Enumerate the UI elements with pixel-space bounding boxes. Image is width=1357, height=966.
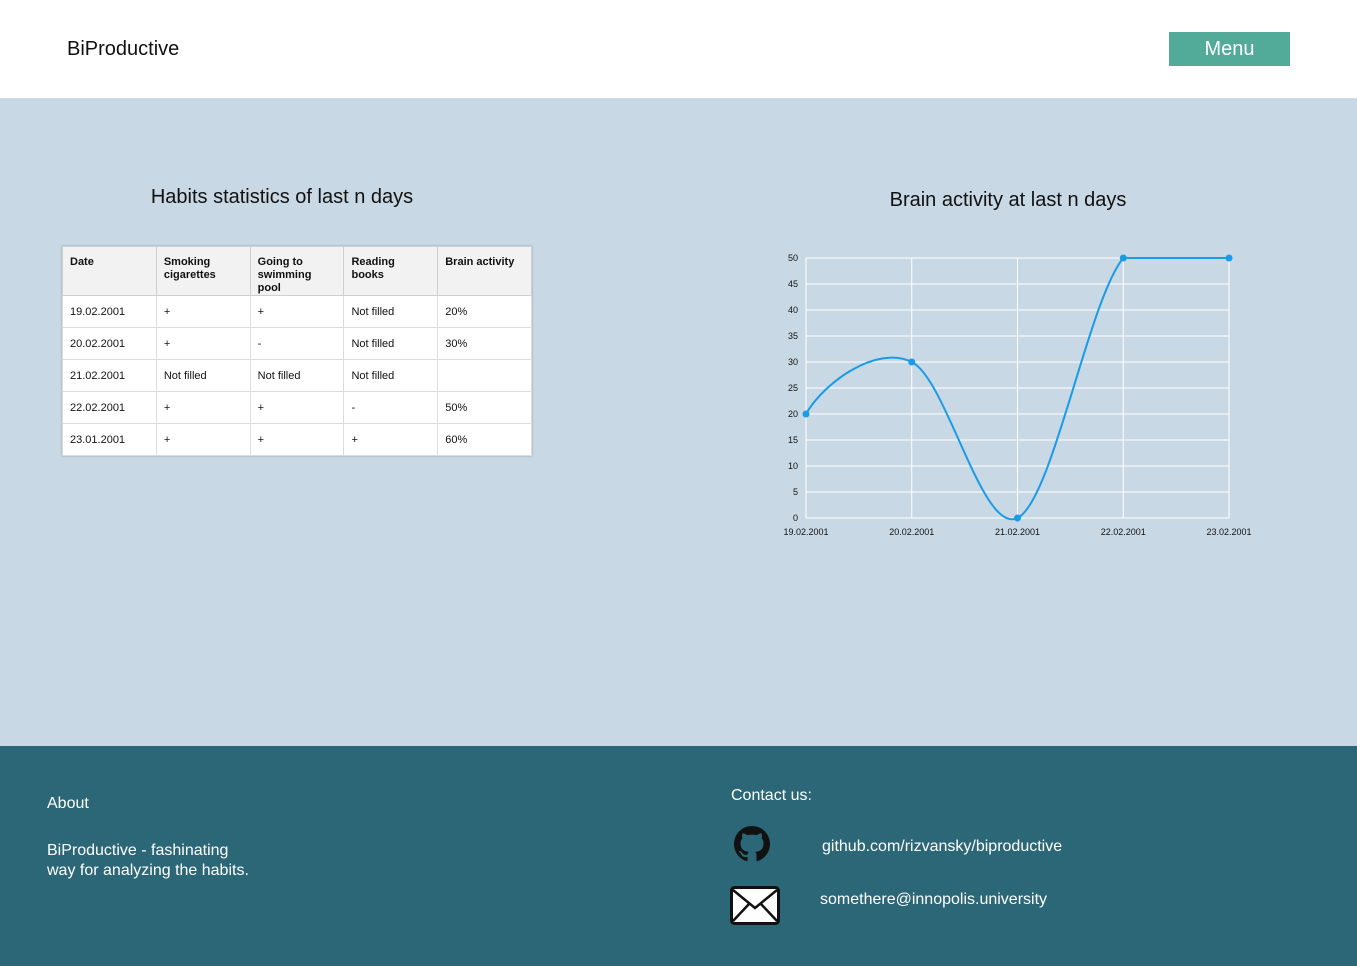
y-tick-label: 25 — [788, 383, 798, 393]
habits-table: Date Smoking cigarettes Going to swimmin… — [62, 246, 532, 456]
table-cell: Not filled — [343, 295, 439, 328]
github-link[interactable]: github.com/rizvansky/biproductive — [822, 838, 1062, 856]
about-text: BiProductive - fashinating way for analy… — [47, 842, 249, 879]
mail-icon[interactable] — [730, 886, 780, 925]
y-tick-label: 0 — [793, 513, 798, 523]
table-cell: 50% — [437, 391, 532, 424]
y-tick-label: 15 — [788, 435, 798, 445]
email-link[interactable]: somethere@innopolis.university — [820, 891, 1047, 909]
table-cell: + — [155, 423, 251, 456]
table-cell: - — [343, 391, 439, 424]
x-tick-label: 21.02.2001 — [995, 527, 1040, 537]
table-cell: Not filled — [343, 327, 439, 360]
header-brain: Brain activity — [437, 246, 532, 296]
y-tick-label: 10 — [788, 461, 798, 471]
y-tick-label: 50 — [788, 253, 798, 263]
table-cell: 60% — [437, 423, 532, 456]
data-point — [802, 410, 810, 418]
y-tick-label: 40 — [788, 305, 798, 315]
about-title: About — [47, 795, 89, 812]
data-point — [1225, 254, 1233, 262]
table-cell: + — [249, 391, 345, 424]
x-tick-label: 20.02.2001 — [889, 527, 934, 537]
table-row: 20.02.2001 + - Not filled 30% — [62, 327, 532, 360]
table-cell: 20% — [437, 295, 532, 328]
table-row: 21.02.2001 Not filled Not filled Not fil… — [62, 359, 532, 392]
menu-button[interactable]: Menu — [1169, 32, 1290, 66]
table-cell: 23.01.2001 — [62, 423, 157, 456]
table-cell: + — [155, 391, 251, 424]
table-cell: 19.02.2001 — [62, 295, 157, 328]
table-cell: + — [249, 295, 345, 328]
table-cell: + — [155, 295, 251, 328]
y-tick-label: 35 — [788, 331, 798, 341]
y-tick-label: 30 — [788, 357, 798, 367]
y-tick-label: 20 — [788, 409, 798, 419]
table-cell: + — [343, 423, 439, 456]
table-cell: 30% — [437, 327, 532, 360]
table-cell: + — [249, 423, 345, 456]
header-swimming: Going to swimming pool — [249, 246, 345, 296]
table-cell: Not filled — [249, 359, 345, 392]
table-cell: Not filled — [155, 359, 251, 392]
table-cell: - — [249, 327, 345, 360]
header-reading: Reading books — [343, 246, 439, 296]
header-smoking: Smoking cigarettes — [155, 246, 251, 296]
github-icon[interactable] — [730, 826, 774, 862]
y-tick-label: 5 — [793, 487, 798, 497]
table-row: 23.01.2001 + + + 60% — [62, 423, 532, 456]
brain-activity-chart: 0 5 10 15 20 25 30 35 40 45 50 19.02.2001 20.02.2001… — [783, 253, 1251, 537]
table-cell: + — [155, 327, 251, 360]
table-title: Habits statistics of last n days — [150, 186, 414, 208]
table-cell: Not filled — [343, 359, 439, 392]
header: BiProductive Menu — [0, 0, 1357, 99]
table-row: 22.02.2001 + + - 50% — [62, 391, 532, 424]
table-header-row: Date Smoking cigarettes Going to swimmin… — [62, 246, 532, 296]
table-cell — [437, 359, 532, 392]
table-cell: 21.02.2001 — [62, 359, 157, 392]
data-point — [908, 358, 916, 366]
data-point — [1014, 514, 1021, 522]
table-cell: 20.02.2001 — [62, 327, 157, 360]
table-cell: 22.02.2001 — [62, 391, 157, 424]
contact-title: Contact us: — [731, 787, 812, 804]
logo[interactable]: BiProductive — [67, 38, 179, 61]
main-content: Habits statistics of last n days Brain a… — [0, 99, 1357, 746]
data-point — [1119, 254, 1127, 262]
table-row: 19.02.2001 + + Not filled 20% — [62, 295, 532, 328]
x-tick-label: 23.02.2001 — [1206, 527, 1251, 537]
chart-title: Brain activity at last n days — [889, 189, 1127, 211]
x-tick-label: 22.02.2001 — [1101, 527, 1146, 537]
x-tick-label: 19.02.2001 — [783, 527, 828, 537]
header-date: Date — [62, 246, 157, 296]
footer: About BiProductive - fashinating way for… — [0, 746, 1357, 966]
y-tick-label: 45 — [788, 279, 798, 289]
